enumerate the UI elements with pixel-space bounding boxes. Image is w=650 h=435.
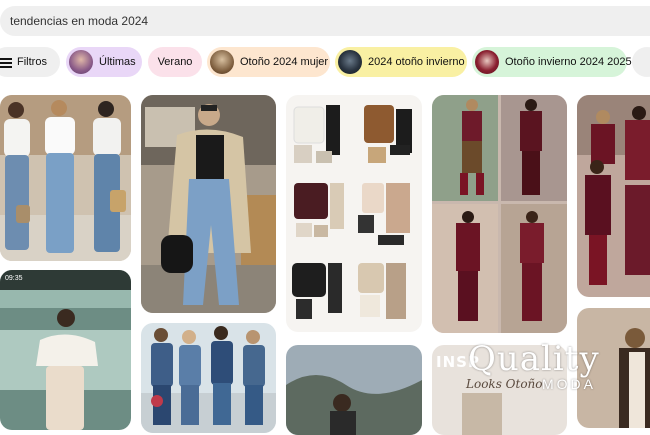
- chip-label: Otoño 2024 mujer: [240, 56, 329, 68]
- sliders-icon: [0, 57, 12, 68]
- chip-ultimas[interactable]: Últimas: [66, 47, 142, 77]
- pin-looks-otono[interactable]: INSP Looks Otoño: [432, 345, 567, 435]
- chip-thumbnail: [69, 50, 93, 74]
- pin-burgundy-collage[interactable]: [432, 95, 567, 333]
- chip-more[interactable]: [632, 47, 650, 77]
- chip-2024-otono-invierno[interactable]: 2024 otoño invierno: [335, 47, 467, 77]
- chip-label: 2024 otoño invierno: [368, 56, 465, 68]
- chip-label: Últimas: [99, 56, 136, 68]
- pin-beige-coat-jeans[interactable]: [141, 95, 276, 313]
- chip-otono-2024-mujer[interactable]: Otoño 2024 mujer: [207, 47, 330, 77]
- filters-chip[interactable]: Filtros: [0, 47, 60, 77]
- search-input[interactable]: tendencias en moda 2024: [10, 14, 148, 28]
- pin-outfit-flatlays[interactable]: [286, 95, 422, 332]
- chip-label: Otoño invierno 2024 2025: [505, 56, 632, 68]
- pin-caption-insp: INSP: [436, 353, 480, 371]
- pin-three-women-jeans[interactable]: [0, 95, 131, 261]
- search-bar[interactable]: tendencias en moda 2024: [0, 6, 650, 36]
- pin-burgundy-looks-right[interactable]: [577, 95, 650, 297]
- chip-verano[interactable]: Verano: [148, 47, 202, 77]
- chip-label: Filtros: [17, 56, 47, 68]
- pin-caption-looks: Looks Otoño: [466, 377, 543, 391]
- chip-label: Verano: [157, 56, 193, 68]
- chip-thumbnail: [338, 50, 362, 74]
- chip-otono-invierno-2024-2025[interactable]: Otoño invierno 2024 2025: [472, 47, 632, 77]
- chip-thumbnail: [210, 50, 234, 74]
- chip-thumbnail: [475, 50, 499, 74]
- pin-denim-group[interactable]: [141, 323, 276, 433]
- pin-white-top-skirt[interactable]: 09:35: [0, 270, 131, 430]
- pin-woman-portrait-right[interactable]: [577, 308, 650, 428]
- pin-street-portrait[interactable]: [286, 345, 422, 435]
